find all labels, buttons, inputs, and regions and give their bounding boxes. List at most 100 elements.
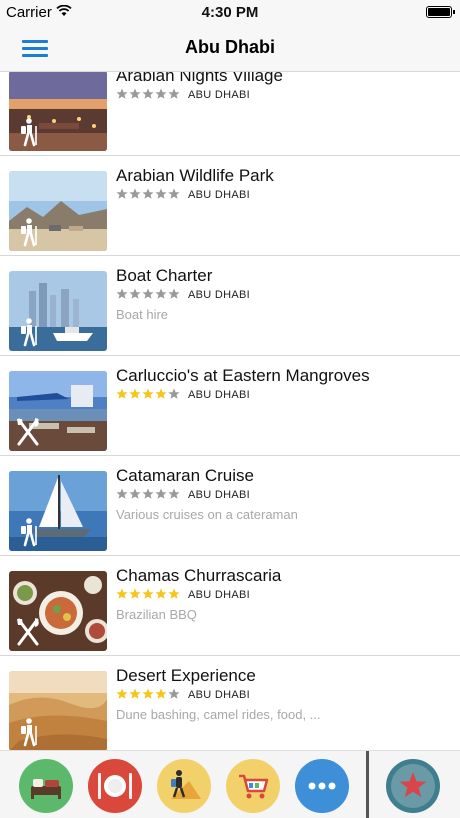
- rating-stars: [116, 188, 180, 202]
- star-empty-icon: [155, 188, 167, 199]
- hiker-icon: [21, 318, 37, 347]
- star-filled-icon: [155, 588, 167, 599]
- place-thumbnail: [9, 671, 107, 750]
- list-item[interactable]: Chamas Churrascaria ABU DHABI Brazilian …: [0, 556, 460, 656]
- star-empty-icon: [155, 288, 167, 299]
- list-item[interactable]: Catamaran Cruise ABU DHABI Various cruis…: [0, 456, 460, 556]
- place-thumbnail: [9, 571, 107, 651]
- place-title: Catamaran Cruise: [116, 466, 254, 485]
- activities-tab[interactable]: [157, 759, 211, 813]
- star-filled-icon: [129, 388, 141, 399]
- place-subtitle: Dune bashing, camel rides, food, ...: [116, 707, 321, 722]
- list-item[interactable]: Arabian Nights Village ABU DHABI: [0, 72, 460, 156]
- clock: 4:30 PM: [201, 4, 259, 21]
- place-thumbnail: [9, 171, 107, 251]
- star-empty-icon: [155, 488, 167, 499]
- hiker-icon: [21, 718, 37, 747]
- hiker-icon: [157, 759, 211, 813]
- bed-icon: [19, 759, 73, 813]
- star-empty-icon: [142, 488, 154, 499]
- star-filled-icon: [142, 588, 154, 599]
- place-thumbnail: [9, 371, 107, 451]
- star-empty-icon: [116, 88, 128, 99]
- rating-stars: [116, 88, 180, 102]
- rating-stars: [116, 288, 180, 302]
- star-empty-icon: [129, 288, 141, 299]
- star-filled-icon: [142, 388, 154, 399]
- star-filled-icon: [116, 588, 128, 599]
- list-item[interactable]: Carluccio's at Eastern Mangroves ABU DHA…: [0, 356, 460, 456]
- star-filled-icon: [168, 588, 180, 599]
- star-empty-icon: [142, 288, 154, 299]
- place-title: Arabian Wildlife Park: [116, 166, 274, 185]
- place-city: ABU DHABI: [188, 89, 250, 101]
- more-dots-icon: [295, 759, 349, 813]
- rating-stars: [116, 488, 180, 502]
- place-subtitle: Brazilian BBQ: [116, 607, 197, 622]
- place-subtitle: Boat hire: [116, 307, 169, 322]
- place-title: Chamas Churrascaria: [116, 566, 282, 585]
- rating-stars: [116, 388, 180, 402]
- place-title: Carluccio's at Eastern Mangroves: [116, 366, 370, 385]
- rating-stars: [116, 688, 180, 702]
- star-filled-icon: [129, 588, 141, 599]
- star-empty-icon: [142, 88, 154, 99]
- star-empty-icon: [168, 88, 180, 99]
- hiker-icon: [21, 218, 37, 247]
- battery-icon: [426, 6, 455, 18]
- star-filled-icon: [116, 688, 128, 699]
- star-empty-icon: [155, 88, 167, 99]
- places-list[interactable]: Arabian Nights Village ABU DHABI Arabian…: [0, 72, 460, 750]
- page-title: Abu Dhabi: [185, 37, 275, 57]
- star-empty-icon: [168, 188, 180, 199]
- more-tab[interactable]: [295, 759, 349, 813]
- star-empty-icon: [116, 488, 128, 499]
- star-filled-icon: [155, 388, 167, 399]
- navigation-bar: Abu Dhabi: [0, 24, 460, 72]
- star-empty-icon: [129, 188, 141, 199]
- dining-tab[interactable]: [88, 759, 142, 813]
- list-item[interactable]: Boat Charter ABU DHABI Boat hire: [0, 256, 460, 356]
- place-city: ABU DHABI: [188, 589, 250, 601]
- place-city: ABU DHABI: [188, 189, 250, 201]
- star-empty-icon: [168, 288, 180, 299]
- rating-stars: [116, 588, 180, 602]
- place-title: Arabian Nights Village: [116, 72, 283, 85]
- star-empty-icon: [168, 688, 180, 699]
- star-filled-icon: [142, 688, 154, 699]
- star-empty-icon: [129, 88, 141, 99]
- star-empty-icon: [129, 488, 141, 499]
- place-city: ABU DHABI: [188, 289, 250, 301]
- list-item[interactable]: Desert Experience ABU DHABI Dune bashing…: [0, 656, 460, 750]
- place-thumbnail: [9, 72, 107, 151]
- place-thumbnail: [9, 271, 107, 351]
- place-thumbnail: [9, 471, 107, 551]
- star-empty-icon: [116, 288, 128, 299]
- place-title: Boat Charter: [116, 266, 213, 285]
- star-empty-icon: [142, 188, 154, 199]
- favorites-tab[interactable]: [386, 759, 440, 813]
- shopping-cart-icon: [226, 759, 280, 813]
- star-filled-icon: [116, 388, 128, 399]
- shopping-tab[interactable]: [226, 759, 280, 813]
- hiker-icon: [21, 518, 37, 547]
- star-empty-icon: [168, 388, 180, 399]
- place-subtitle: Various cruises on a cateraman: [116, 507, 298, 522]
- plate-cutlery-icon: [88, 759, 142, 813]
- list-item[interactable]: Arabian Wildlife Park ABU DHABI: [0, 156, 460, 256]
- bottom-tab-bar: [0, 750, 460, 818]
- place-city: ABU DHABI: [188, 489, 250, 501]
- star-filled-icon: [155, 688, 167, 699]
- place-city: ABU DHABI: [188, 389, 250, 401]
- star-empty-icon: [116, 188, 128, 199]
- hiker-icon: [21, 118, 37, 147]
- star-empty-icon: [168, 488, 180, 499]
- star-icon: [386, 759, 440, 813]
- fork-knife-icon: [17, 418, 39, 446]
- fork-knife-icon: [17, 618, 39, 646]
- tab-divider: [366, 751, 369, 818]
- star-filled-icon: [129, 688, 141, 699]
- place-title: Desert Experience: [116, 666, 256, 685]
- status-bar: Carrier 4:30 PM: [0, 0, 460, 24]
- hotels-tab[interactable]: [19, 759, 73, 813]
